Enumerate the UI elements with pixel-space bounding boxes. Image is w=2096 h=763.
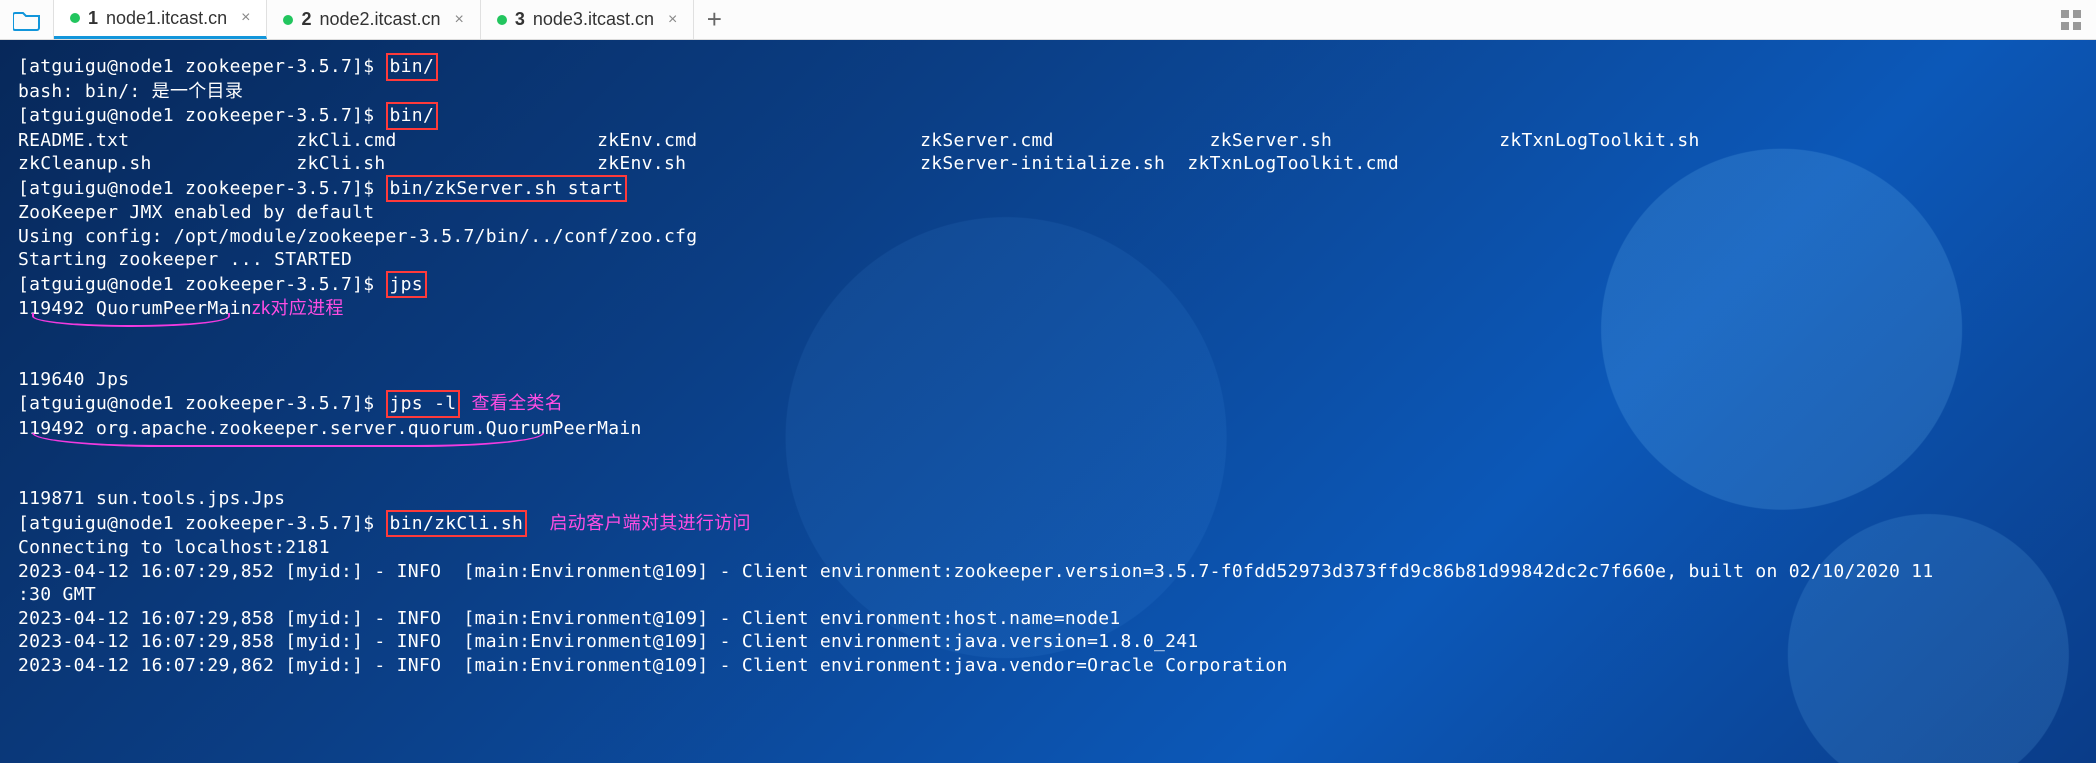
terminal-line: 2023-04-12 16:07:29,852 [myid:] - INFO […: [18, 560, 2096, 584]
prompt: [atguigu@node1 zookeeper-3.5.7]$: [18, 513, 386, 534]
cmd-highlight: bin/: [386, 53, 439, 81]
terminal-line: [atguigu@node1 zookeeper-3.5.7]$ bin/zkC…: [18, 511, 2096, 537]
annotation: zk对应进程: [252, 298, 344, 318]
tab-index: 2: [301, 9, 311, 30]
terminal-line: Connecting to localhost:2181: [18, 536, 2096, 560]
close-icon[interactable]: ×: [235, 9, 250, 27]
close-icon[interactable]: ×: [662, 11, 677, 29]
terminal-line: bash: bin/: 是一个目录: [18, 80, 2096, 104]
cmd-highlight: bin/: [386, 102, 439, 130]
terminal-line: [atguigu@node1 zookeeper-3.5.7]$ bin/zkS…: [18, 176, 2096, 202]
status-dot-icon: [283, 15, 293, 25]
terminal-line: [atguigu@node1 zookeeper-3.5.7]$ bin/: [18, 103, 2096, 129]
tab-label: node3.itcast.cn: [533, 9, 654, 30]
terminal-line: 119492 org.apache.zookeeper.server.quoru…: [18, 417, 2096, 488]
cmd-highlight: bin/zkCli.sh: [386, 510, 528, 538]
prompt: [atguigu@node1 zookeeper-3.5.7]$: [18, 393, 386, 414]
tab-bar: 1 node1.itcast.cn × 2 node2.itcast.cn × …: [0, 0, 2096, 40]
terminal-line: Starting zookeeper ... STARTED: [18, 248, 2096, 272]
terminal-pane[interactable]: [atguigu@node1 zookeeper-3.5.7]$ bin/ ba…: [0, 40, 2096, 763]
terminal-line: [atguigu@node1 zookeeper-3.5.7]$ jps: [18, 272, 2096, 298]
tab-index: 1: [88, 8, 98, 29]
close-icon[interactable]: ×: [449, 11, 464, 29]
file-listing: zkCleanup.sh zkCli.sh zkEnv.sh zkServer-…: [18, 152, 2096, 176]
prompt: [atguigu@node1 zookeeper-3.5.7]$: [18, 56, 386, 77]
status-dot-icon: [70, 13, 80, 23]
terminal-line: [atguigu@node1 zookeeper-3.5.7]$ bin/: [18, 54, 2096, 80]
terminal-line: ZooKeeper JMX enabled by default: [18, 201, 2096, 225]
tab-node3[interactable]: 3 node3.itcast.cn ×: [481, 0, 694, 39]
terminal-line: :30 GMT: [18, 583, 2096, 607]
cmd-highlight: bin/zkServer.sh start: [386, 175, 628, 203]
prompt: [atguigu@node1 zookeeper-3.5.7]$: [18, 274, 386, 295]
prompt: [atguigu@node1 zookeeper-3.5.7]$: [18, 178, 386, 199]
terminal-line: 119640 Jps: [18, 368, 2096, 392]
annotation: 启动客户端对其进行访问: [549, 513, 750, 533]
folder-icon[interactable]: [0, 0, 54, 39]
jps-output: 119492 org.apache.zookeeper.server.quoru…: [18, 418, 642, 439]
plus-icon: +: [707, 4, 722, 35]
status-dot-icon: [497, 15, 507, 25]
tab-label: node2.itcast.cn: [319, 9, 440, 30]
terminal-line: 119492 QuorumPeerMainzk对应进程: [18, 297, 2096, 368]
tab-index: 3: [515, 9, 525, 30]
cmd-highlight: jps: [386, 271, 427, 299]
terminal-line: 2023-04-12 16:07:29,858 [myid:] - INFO […: [18, 630, 2096, 654]
terminal-line: Using config: /opt/module/zookeeper-3.5.…: [18, 225, 2096, 249]
tab-node2[interactable]: 2 node2.itcast.cn ×: [267, 0, 480, 39]
tab-label: node1.itcast.cn: [106, 8, 227, 29]
jps-output: 119492 QuorumPeerMain: [18, 298, 252, 319]
grid-view-button[interactable]: [2046, 0, 2096, 39]
terminal-line: 2023-04-12 16:07:29,858 [myid:] - INFO […: [18, 607, 2096, 631]
cmd-highlight: jps -l: [386, 390, 461, 418]
tab-node1[interactable]: 1 node1.itcast.cn ×: [54, 0, 267, 39]
terminal-line: 119871 sun.tools.jps.Jps: [18, 487, 2096, 511]
annotation: 查看全类名: [472, 393, 564, 413]
new-tab-button[interactable]: +: [694, 0, 734, 39]
file-listing: README.txt zkCli.cmd zkEnv.cmd zkServer.…: [18, 129, 2096, 153]
tabbar-spacer: [734, 0, 2046, 39]
prompt: [atguigu@node1 zookeeper-3.5.7]$: [18, 105, 386, 126]
terminal-line: [atguigu@node1 zookeeper-3.5.7]$ jps -l …: [18, 391, 2096, 417]
terminal-line: 2023-04-12 16:07:29,862 [myid:] - INFO […: [18, 654, 2096, 678]
